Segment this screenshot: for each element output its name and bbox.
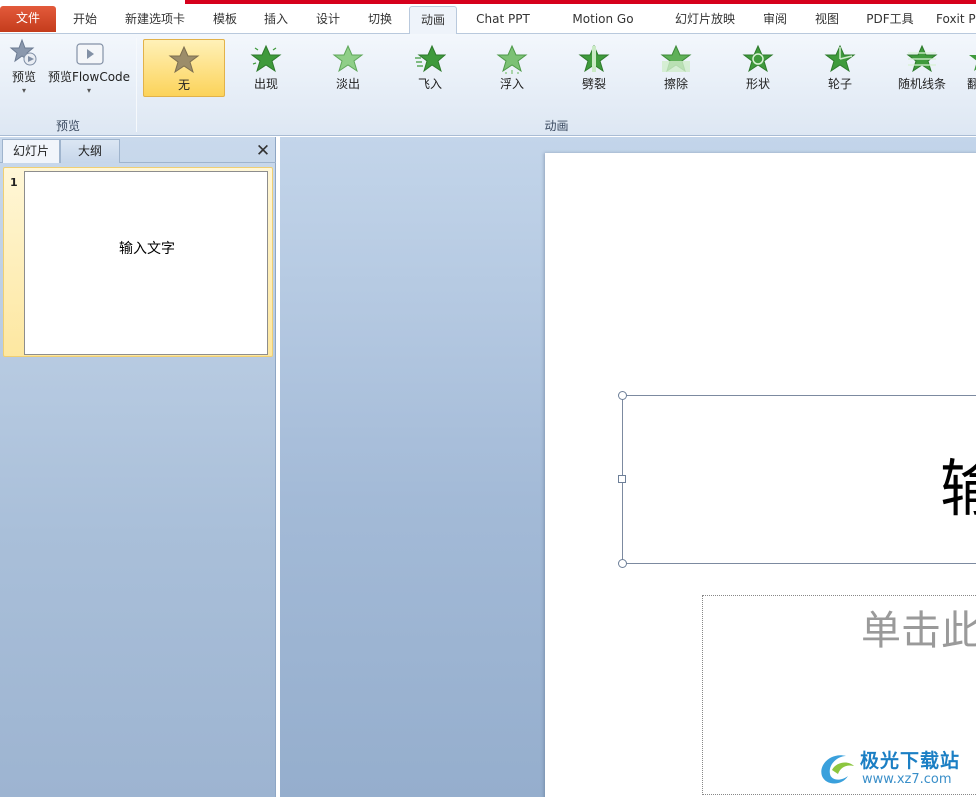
title-text[interactable]: 输 bbox=[940, 438, 976, 528]
star-wheel-icon bbox=[824, 44, 856, 73]
thumbnail-title-text: 输入文字 bbox=[119, 241, 175, 257]
preview-group-label: 预览 bbox=[55, 119, 80, 133]
anim-more[interactable]: 翻 bbox=[963, 39, 976, 97]
tab-foxit[interactable]: Foxit P bbox=[936, 6, 976, 34]
anim-appear[interactable]: 出现 bbox=[225, 39, 307, 97]
tab-slideshow[interactable]: 幻灯片放映 bbox=[668, 6, 742, 34]
anim-label: 随机线条 bbox=[897, 77, 946, 91]
ribbon: 预览 ▾ 预览FlowCode ▾ 预览 无 出现 淡出 飞入 浮入 劈裂 擦除… bbox=[0, 34, 976, 136]
star-split-icon bbox=[578, 44, 610, 73]
tab-outline[interactable]: 大纲 bbox=[60, 139, 120, 163]
tab-transitions[interactable]: 切换 bbox=[357, 6, 403, 34]
tab-templates[interactable]: 模板 bbox=[202, 6, 248, 34]
anim-wheel[interactable]: 轮子 bbox=[799, 39, 881, 97]
anim-fly-in[interactable]: 飞入 bbox=[389, 39, 471, 97]
panel-tabs: 幻灯片 大纲 ✕ bbox=[0, 139, 276, 163]
watermark-url: www.xz7.com bbox=[862, 772, 952, 787]
tab-view[interactable]: 视图 bbox=[808, 6, 846, 34]
title-placeholder[interactable]: 输 bbox=[618, 391, 976, 568]
tab-insert[interactable]: 插入 bbox=[253, 6, 299, 34]
tab-new-tab[interactable]: 新建选项卡 bbox=[115, 6, 195, 34]
anim-label: 飞入 bbox=[417, 77, 442, 91]
star-gray-icon bbox=[168, 45, 200, 74]
star-wipe-icon bbox=[660, 44, 692, 73]
tab-motion-go[interactable]: Motion Go bbox=[562, 6, 644, 34]
preview-flowcode-button[interactable]: 预览FlowCode ▾ bbox=[46, 38, 132, 95]
anim-label: 翻 bbox=[967, 77, 976, 91]
anim-random-bars[interactable]: 随机线条 bbox=[881, 39, 963, 97]
anim-wipe[interactable]: 擦除 bbox=[635, 39, 717, 97]
tab-home[interactable]: 开始 bbox=[60, 6, 110, 34]
anim-none[interactable]: 无 bbox=[143, 39, 225, 97]
slide-number: 1 bbox=[10, 176, 18, 189]
animation-group-label: 动画 bbox=[544, 119, 569, 133]
subtitle-placeholder-text[interactable]: 单击此 bbox=[861, 598, 976, 656]
anim-split[interactable]: 劈裂 bbox=[553, 39, 635, 97]
anim-label: 形状 bbox=[745, 77, 770, 91]
anim-label: 淡出 bbox=[335, 77, 360, 91]
logo-swirl-icon bbox=[821, 755, 854, 784]
star-shape-icon bbox=[742, 44, 774, 73]
star-partial-icon bbox=[969, 55, 976, 71]
tab-design[interactable]: 设计 bbox=[305, 6, 351, 34]
anim-label: 出现 bbox=[253, 77, 278, 91]
star-appear-icon bbox=[250, 44, 282, 73]
chevron-down-icon: ▾ bbox=[21, 86, 26, 95]
resize-handle[interactable] bbox=[618, 391, 627, 400]
tab-slides[interactable]: 幻灯片 bbox=[2, 139, 60, 163]
slide-editing-area: 输 单击此 bbox=[280, 137, 976, 797]
resize-handle[interactable] bbox=[618, 475, 626, 483]
watermark-title: 极光下载站 bbox=[860, 750, 961, 772]
anim-float-in[interactable]: 浮入 bbox=[471, 39, 553, 97]
star-random-bars-icon bbox=[906, 44, 938, 73]
slide-thumbnail[interactable]: 输入文字 bbox=[24, 171, 268, 355]
watermark: 极光下载站 www.xz7.com bbox=[816, 744, 976, 794]
anim-label: 劈裂 bbox=[581, 77, 606, 91]
tab-animations[interactable]: 动画 bbox=[409, 6, 457, 35]
star-fly-in-icon bbox=[415, 44, 446, 73]
anim-label: 无 bbox=[177, 78, 190, 92]
tab-pdf-tools[interactable]: PDF工具 bbox=[860, 6, 920, 34]
preview-star-icon bbox=[9, 38, 37, 66]
tab-chat-ppt[interactable]: Chat PPT bbox=[466, 6, 540, 34]
anim-label: 浮入 bbox=[499, 77, 524, 91]
star-fade-icon bbox=[332, 44, 364, 73]
chevron-down-icon: ▾ bbox=[86, 86, 91, 95]
star-float-in-icon bbox=[496, 44, 528, 74]
play-icon bbox=[76, 43, 104, 65]
slide-thumbnail-item[interactable]: 1 输入文字 bbox=[3, 167, 273, 357]
tab-review[interactable]: 审阅 bbox=[756, 6, 794, 34]
resize-handle[interactable] bbox=[618, 559, 627, 568]
anim-shape[interactable]: 形状 bbox=[717, 39, 799, 97]
slide[interactable]: 输 单击此 bbox=[545, 153, 976, 797]
close-icon[interactable]: ✕ bbox=[254, 141, 272, 161]
anim-fade[interactable]: 淡出 bbox=[307, 39, 389, 97]
anim-label: 擦除 bbox=[663, 77, 688, 91]
tab-file[interactable]: 文件 bbox=[0, 6, 56, 32]
preview-label: 预览 bbox=[11, 70, 36, 84]
ribbon-tab-row: 文件 开始 新建选项卡 模板 插入 设计 切换 动画 Chat PPT Moti… bbox=[0, 4, 976, 35]
anim-label: 轮子 bbox=[827, 77, 852, 91]
preview-flowcode-label: 预览FlowCode bbox=[47, 70, 131, 84]
slide-panel: 幻灯片 大纲 ✕ 1 输入文字 bbox=[0, 137, 276, 797]
preview-button[interactable]: 预览 ▾ bbox=[6, 38, 42, 95]
